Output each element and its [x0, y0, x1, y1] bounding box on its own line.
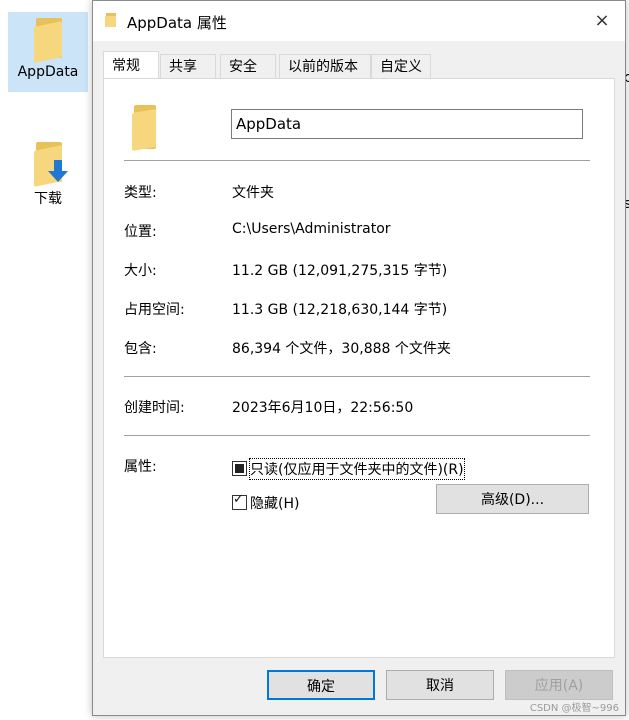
apply-button[interactable]: 应用(A) — [505, 670, 613, 700]
tab-general[interactable]: 常规 — [103, 51, 159, 80]
hidden-label[interactable]: 隐藏(H) — [250, 493, 299, 513]
location-value: C:\Users\Administrator — [232, 221, 391, 237]
window-title: AppData 属性 — [127, 14, 227, 32]
folder-icon — [130, 105, 160, 152]
folder-icon — [30, 16, 66, 63]
title-bar: AppData 属性 × — [93, 1, 625, 41]
hidden-checkbox[interactable] — [232, 492, 247, 510]
separator — [124, 435, 590, 436]
readonly-checkbox[interactable] — [232, 461, 247, 476]
size-on-disk-value: 11.3 GB (12,218,630,144 字节) — [232, 302, 448, 318]
desktop-download-item[interactable]: 下载 — [8, 140, 88, 208]
desktop-appdata-item[interactable]: AppData — [8, 12, 88, 92]
close-button[interactable]: × — [579, 1, 625, 41]
contains-value: 86,394 个文件，30,888 个文件夹 — [232, 341, 451, 357]
size-label: 大小: — [124, 263, 157, 279]
folder-name-input[interactable] — [231, 109, 583, 139]
attributes-label: 属性: — [124, 459, 157, 475]
location-label: 位置: — [124, 224, 157, 240]
close-icon: × — [594, 10, 610, 31]
tab-previous-versions[interactable]: 以前的版本 — [279, 54, 371, 79]
advanced-button[interactable]: 高级(D)... — [436, 484, 589, 514]
created-value: 2023年6月10日，22:56:50 — [232, 400, 414, 416]
properties-dialog: AppData 属性 × 常规 共享 安全 以前的版本 自定义 类型: 文件夹 … — [92, 0, 626, 716]
desktop-item-label: AppData — [17, 64, 79, 80]
download-folder-icon — [30, 140, 68, 187]
folder-icon — [105, 13, 117, 27]
type-value: 文件夹 — [232, 185, 274, 201]
separator — [124, 376, 590, 377]
separator — [124, 160, 590, 161]
cancel-button[interactable]: 取消 — [386, 670, 494, 700]
size-on-disk-label: 占用空间: — [124, 302, 185, 318]
contains-label: 包含: — [124, 341, 157, 357]
desktop-item-label: 下载 — [34, 191, 62, 207]
type-label: 类型: — [124, 185, 157, 201]
ok-button[interactable]: 确定 — [267, 670, 375, 700]
created-label: 创建时间: — [124, 400, 185, 416]
tab-security[interactable]: 安全 — [220, 54, 276, 79]
tab-customize[interactable]: 自定义 — [371, 54, 431, 79]
readonly-label[interactable]: 只读(仅应用于文件夹中的文件)(R) — [249, 458, 465, 480]
size-value: 11.2 GB (12,091,275,315 字节) — [232, 263, 448, 279]
watermark: CSDN @极智~996 — [529, 703, 619, 714]
tab-sharing[interactable]: 共享 — [160, 54, 216, 79]
general-panel: 类型: 文件夹 位置: C:\Users\Administrator 大小: 1… — [103, 78, 615, 658]
